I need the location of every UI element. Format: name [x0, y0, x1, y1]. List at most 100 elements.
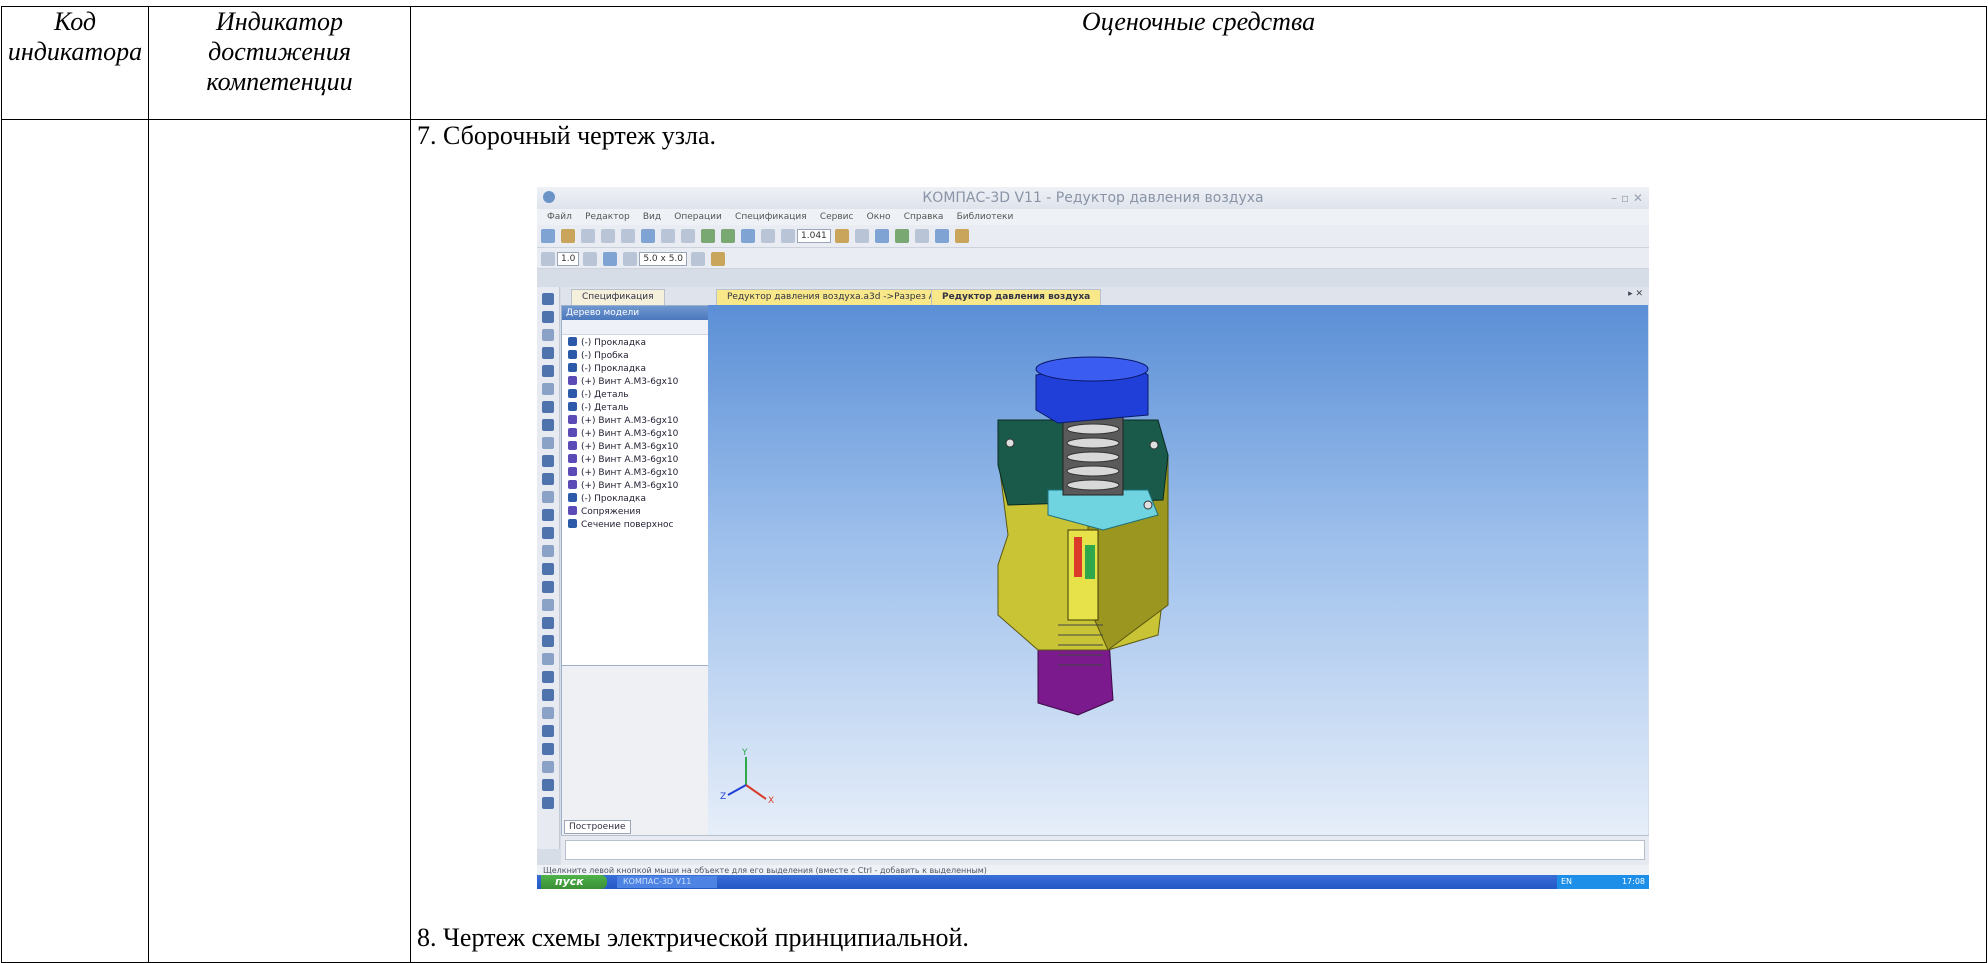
parameterize-icon[interactable] [711, 252, 726, 266]
wireframe-icon[interactable] [914, 229, 929, 243]
tool-icon[interactable] [542, 725, 554, 737]
tool-icon[interactable] [542, 509, 554, 521]
snap-icon[interactable] [541, 252, 555, 266]
tree-item[interactable]: (-) Прокладка [568, 493, 708, 506]
tool-icon[interactable] [542, 491, 554, 503]
tool-icon[interactable] [542, 779, 554, 791]
tree-item[interactable]: (+) Винт А.М3-6gx10 [568, 441, 708, 454]
tool-icon[interactable] [542, 293, 554, 305]
tree-item[interactable]: (-) Пробка [568, 350, 708, 363]
tree-item[interactable]: (+) Винт А.М3-6gx10 [568, 480, 708, 493]
menu-help[interactable]: Справка [904, 209, 944, 225]
language-indicator[interactable]: EN [1561, 877, 1572, 886]
zoom-out-icon[interactable] [781, 229, 795, 243]
tool-icon[interactable] [542, 797, 554, 809]
main-toolbar: 1.041 [537, 225, 1649, 248]
tool-icon[interactable] [542, 455, 554, 467]
tree-item[interactable]: (+) Винт А.М3-6gx10 [568, 467, 708, 480]
menubar: Файл Редактор Вид Операции Спецификация … [537, 209, 1649, 225]
tree-item[interactable]: (+) Винт А.М3-6gx10 [568, 376, 708, 389]
grid-icon[interactable] [603, 252, 618, 266]
tool-icon[interactable] [542, 563, 554, 575]
tree-item[interactable]: Сечение поверхнос [568, 519, 708, 532]
pan-icon[interactable] [834, 229, 849, 243]
tool-icon[interactable] [542, 581, 554, 593]
part-icon [568, 363, 577, 372]
menu-view[interactable]: Вид [643, 209, 661, 225]
tool-icon[interactable] [542, 401, 554, 413]
save-icon[interactable] [581, 229, 595, 243]
document-tabs: Спецификация Редуктор давления воздуха.a… [561, 287, 1649, 305]
tool-icon[interactable] [542, 689, 554, 701]
tool-icon[interactable] [542, 635, 554, 647]
tool-icon[interactable] [542, 311, 554, 323]
tree-item[interactable]: (-) Прокладка [568, 363, 708, 376]
tool-icon[interactable] [542, 599, 554, 611]
taskbar: пуск КОМПАС-3D V11 EN 17:08 [537, 875, 1649, 889]
shaded-mode-icon[interactable] [894, 229, 909, 243]
cursor-icon[interactable] [583, 252, 598, 266]
view-orientation-icon[interactable] [874, 229, 889, 243]
tool-icon[interactable] [542, 473, 554, 485]
tool-icon[interactable] [542, 347, 554, 359]
tool-icon[interactable] [542, 671, 554, 683]
tab-assembly[interactable]: Редуктор давления воздуха [931, 289, 1102, 305]
menu-libraries[interactable]: Библиотеки [957, 209, 1014, 225]
tree-item[interactable]: (-) Деталь [568, 389, 708, 402]
tree-item[interactable]: (+) Винт А.М3-6gx10 [568, 415, 708, 428]
construction-tab[interactable]: Построение [564, 820, 631, 834]
tool-icon[interactable] [542, 365, 554, 377]
start-button[interactable]: пуск [541, 875, 607, 889]
new-file-icon[interactable] [541, 229, 555, 243]
tool-icon[interactable] [542, 707, 554, 719]
tool-icon[interactable] [542, 527, 554, 539]
preview-icon[interactable] [621, 229, 635, 243]
grid-field[interactable]: 5.0 x 5.0 [639, 252, 688, 266]
zoom-in-icon[interactable] [761, 229, 775, 243]
tab-specification[interactable]: Спецификация [571, 289, 665, 305]
tree-item[interactable]: (+) Винт А.М3-6gx10 [568, 428, 708, 441]
open-file-icon[interactable] [561, 229, 575, 243]
perspective-icon[interactable] [934, 229, 949, 243]
close-tab-icon[interactable]: ▸ ✕ [1628, 289, 1643, 299]
properties-icon[interactable] [741, 229, 755, 243]
model-tree: Дерево модели (-) Прокладка (-) Пробка (… [561, 305, 709, 667]
header-assessment: Оценочные средства [410, 6, 1987, 120]
menu-specification[interactable]: Спецификация [735, 209, 807, 225]
print-icon[interactable] [601, 229, 615, 243]
tree-item[interactable]: (-) Деталь [568, 402, 708, 415]
local-cs-icon[interactable] [691, 252, 706, 266]
tool-icon[interactable] [542, 761, 554, 773]
tool-icon[interactable] [542, 743, 554, 755]
rotate-icon[interactable] [854, 229, 869, 243]
step-field[interactable]: 1.0 [557, 252, 580, 266]
tool-icon[interactable] [542, 617, 554, 629]
command-input[interactable] [565, 840, 1645, 860]
menu-window[interactable]: Окно [867, 209, 891, 225]
tool-icon[interactable] [542, 383, 554, 395]
zoom-field[interactable]: 1.041 [797, 229, 831, 243]
menu-edit[interactable]: Редактор [585, 209, 630, 225]
model-tree-empty-area: Построение [561, 665, 709, 837]
paste-icon[interactable] [681, 229, 695, 243]
taskbar-app-button[interactable]: КОМПАС-3D V11 [617, 876, 717, 888]
undo-icon[interactable] [701, 229, 715, 243]
tool-icon[interactable] [542, 545, 554, 557]
cut-icon[interactable] [641, 229, 655, 243]
ortho-icon[interactable] [623, 252, 638, 266]
menu-operations[interactable]: Операции [674, 209, 722, 225]
tool-icon[interactable] [542, 653, 554, 665]
tree-item[interactable]: (-) Прокладка [568, 337, 708, 350]
tool-icon[interactable] [542, 419, 554, 431]
3d-viewport[interactable]: Y X Z [708, 305, 1648, 835]
copy-icon[interactable] [661, 229, 675, 243]
tool-icon[interactable] [542, 437, 554, 449]
library-icon[interactable] [954, 229, 969, 243]
menu-file[interactable]: Файл [547, 209, 572, 225]
tool-icon[interactable] [542, 329, 554, 341]
tab-section[interactable]: Редуктор давления воздуха.a3d ->Разрез А… [716, 289, 956, 305]
tree-item[interactable]: (+) Винт А.М3-6gx10 [568, 454, 708, 467]
redo-icon[interactable] [721, 229, 735, 243]
tree-item[interactable]: Сопряжения [568, 506, 708, 519]
menu-service[interactable]: Сервис [820, 209, 854, 225]
